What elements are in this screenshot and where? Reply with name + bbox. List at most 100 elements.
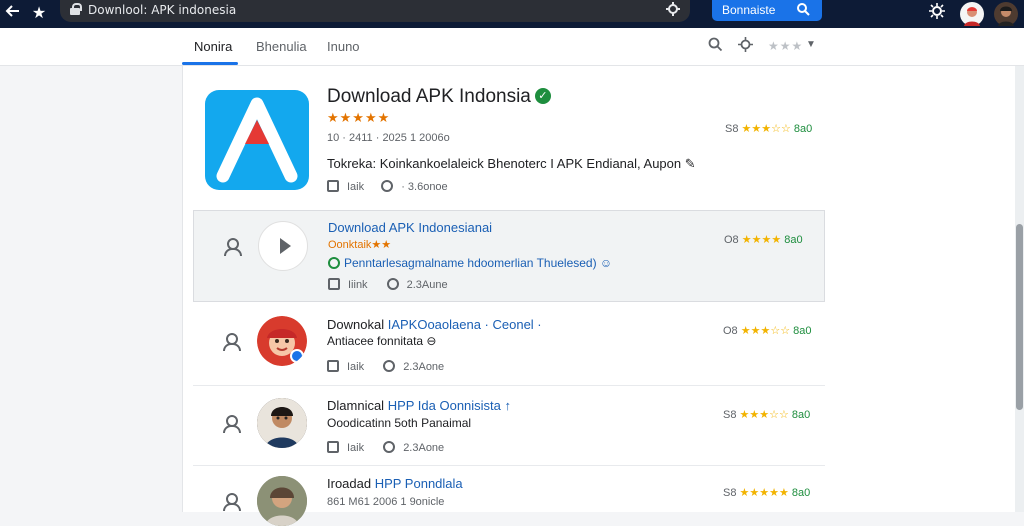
app-rating: S8 ★★★☆☆ 8a0 [725, 122, 812, 135]
star-icon[interactable]: ★ [28, 3, 50, 25]
active-tab-indicator [182, 62, 238, 65]
clock-icon [386, 278, 399, 290]
result-avatar[interactable] [257, 476, 307, 526]
clock-icon [381, 180, 394, 192]
result-title[interactable]: Download APK Indonesianai [328, 220, 492, 235]
back-icon[interactable] [2, 3, 24, 25]
result-title-link: HPP Ida Oonnisista ↑ [387, 398, 512, 413]
filter-icon[interactable] [738, 37, 753, 56]
rating-stars: ★★★☆☆ [741, 123, 791, 135]
tab-second[interactable]: Bhenulia [256, 39, 307, 54]
result-subtitle: 861 M61 2006 1 9onicle [327, 496, 445, 508]
result-title-text: Iroadad [327, 476, 375, 491]
rating-stars: ★★★☆☆ [739, 409, 789, 421]
result-row[interactable]: Download APK Indonesianai Oonktaik★★ Pen… [193, 210, 825, 302]
result-rating: S8 ★★★★★ 8a0 [723, 486, 810, 499]
chevron-down-icon[interactable]: ▼ [806, 39, 816, 50]
rating-count: 8a0 [791, 409, 811, 421]
result-title-text: Downokal [327, 317, 388, 332]
file-icon [327, 360, 339, 372]
tab-main[interactable]: Nonira [194, 39, 232, 54]
result-row[interactable]: Iroadad HPP Ponndlala 861 M61 2006 1 9on… [193, 466, 825, 526]
user-icon [221, 332, 241, 351]
file-icon [327, 180, 339, 192]
result-rating: O8 ★★★★ 8a0 [724, 233, 803, 246]
result-title[interactable]: Dlamnical HPP Ida Oonnisista ↑ [327, 398, 511, 413]
result-footer-b: 2.3Aone [403, 442, 445, 454]
result-description-text: Penntarlesagmalname hdoomerlian Thuelese… [344, 256, 613, 270]
rating-number: O8 [723, 325, 738, 337]
rating-number: S8 [723, 409, 737, 421]
verified-icon: ✓ [534, 88, 551, 104]
result-footer-a: Iiink [348, 279, 368, 291]
result-subtitle: Oonktaik★★ [328, 239, 392, 251]
search-button-label: Bonnaiste [722, 3, 776, 17]
rating-stars: ★★★★★ [739, 487, 789, 499]
rating-stars: ★★★☆☆ [740, 325, 791, 337]
result-title-link: HPP Ponndlala [374, 476, 463, 491]
browser-toolbar: ★ Downlool: APK indonesia Bonnaiste [0, 0, 1024, 28]
file-icon [328, 278, 340, 290]
result-row[interactable]: Downokal IAPKOoaolaena · Ceonel · Antiac… [193, 302, 825, 386]
result-title-link: IAPKOoaolaena · Ceonel · [387, 317, 542, 332]
rating-number: S8 [723, 487, 737, 499]
scrollbar[interactable] [1015, 66, 1024, 512]
result-subtitle: Antiacee fonnitata ⊖ [327, 334, 437, 348]
user-icon [221, 492, 241, 511]
user-icon [221, 414, 241, 433]
app-description: Tokreka: Koinkankoelaleick Bhenoterc I A… [327, 156, 696, 171]
result-row[interactable]: Dlamnical HPP Ida Oonnisista ↑ Ooodicati… [193, 386, 825, 466]
avatar[interactable] [960, 2, 984, 26]
app-footer-a: Iaik [347, 181, 365, 193]
tab-third[interactable]: Inuno [327, 39, 360, 54]
result-footer: Iiink 2.3Aune [328, 278, 448, 291]
app-meta: 10 · 2411 · 2025 1 2006o [327, 132, 450, 144]
result-footer-a: Iaik [347, 442, 365, 454]
search-icon[interactable] [708, 37, 723, 56]
result-rating: O8 ★★★☆☆ 8a0 [723, 324, 811, 337]
search-icon [797, 0, 810, 20]
app-title-text: Download APK Indonsia [327, 86, 531, 107]
tab-bar: Nonira Bhenulia Inuno ★★★ ▼ [0, 28, 1024, 66]
result-footer-b: 2.3Aune [406, 279, 448, 291]
extension-icon[interactable] [666, 2, 680, 19]
scrollbar-thumb[interactable] [1016, 224, 1023, 410]
rating-count: 8a0 [793, 123, 813, 135]
result-avatar[interactable] [257, 398, 307, 448]
result-footer-b: 2.3Aone [403, 361, 445, 373]
search-button[interactable]: Bonnaiste [712, 0, 822, 21]
url-text: Downlool: APK indonesia [88, 3, 237, 17]
result-title[interactable]: Downokal IAPKOoaolaena · Ceonel · [327, 317, 542, 332]
app-rating-stars: ★★★★★ [327, 110, 391, 125]
clock-icon [383, 360, 396, 372]
results-panel: Download APK Indonsia ✓ ★★★★★ 10 · 2411 ·… [182, 66, 1022, 526]
app-footer-b: · 3.6onoe [401, 181, 448, 193]
result-avatar[interactable] [257, 316, 307, 366]
rating-filter[interactable]: ★★★ [768, 39, 803, 53]
result-subtitle: Ooodicatinn 5oth Panaimal [327, 416, 472, 430]
clock-icon [383, 441, 396, 453]
rating-count: 8a0 [793, 325, 812, 337]
result-rating: S8 ★★★☆☆ 8a0 [723, 408, 810, 421]
app-title[interactable]: Download APK Indonsia ✓ [327, 86, 551, 108]
rating-number: S8 [725, 123, 739, 135]
user-icon [222, 237, 242, 256]
rating-stars: ★★★★ [741, 234, 782, 246]
avatar[interactable] [994, 2, 1018, 26]
result-footer-a: Iaik [347, 361, 365, 373]
result-footer: Iaik 2.3Aone [327, 360, 444, 373]
result-description: Penntarlesagmalname hdoomerlian Thuelese… [328, 256, 612, 270]
app-footer: Iaik · 3.6onoe [327, 180, 448, 193]
result-title-text: Download APK Indonesianai [328, 220, 493, 235]
result-footer: Iaik 2.3Aone [327, 441, 444, 454]
play-icon[interactable] [258, 221, 308, 271]
check-circle-icon [328, 257, 340, 269]
result-title[interactable]: Iroadad HPP Ponndlala [327, 476, 463, 491]
rating-count: 8a0 [784, 234, 803, 246]
file-icon [327, 441, 339, 453]
app-icon[interactable] [205, 90, 309, 190]
settings-icon[interactable] [926, 3, 948, 25]
rating-count: 8a0 [791, 487, 811, 499]
lock-icon [70, 3, 82, 15]
address-bar[interactable]: Downlool: APK indonesia [60, 0, 690, 22]
